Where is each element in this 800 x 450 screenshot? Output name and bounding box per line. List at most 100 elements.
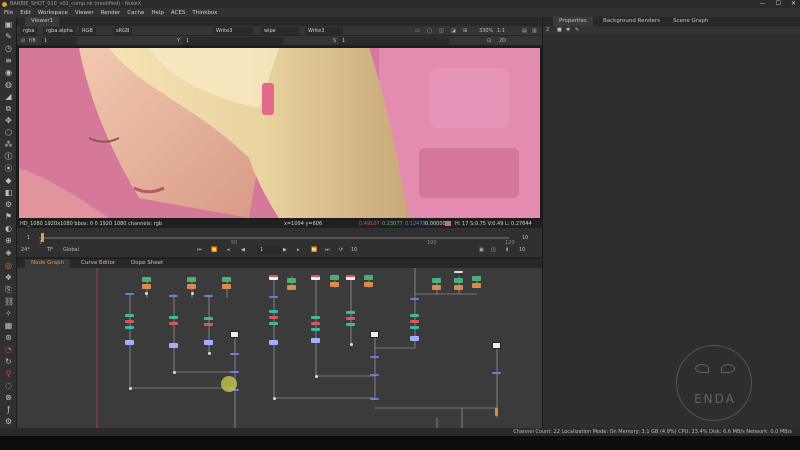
eye-icon[interactable]: ⊙ bbox=[21, 37, 25, 45]
node-read[interactable] bbox=[187, 284, 196, 289]
node-dot[interactable] bbox=[145, 292, 148, 295]
camera-icon[interactable]: ⊡ bbox=[487, 37, 491, 45]
node-dot[interactable] bbox=[370, 398, 379, 400]
node-write[interactable] bbox=[495, 408, 498, 416]
node-grade[interactable] bbox=[169, 316, 178, 319]
node-merge[interactable] bbox=[410, 336, 419, 341]
cache-icon[interactable]: ▣ bbox=[479, 246, 484, 254]
node-read[interactable] bbox=[287, 285, 296, 290]
node-grade[interactable] bbox=[311, 328, 320, 331]
display-select[interactable]: sRGB bbox=[113, 27, 133, 35]
layer-select[interactable]: rgba.alpha bbox=[43, 27, 76, 35]
current-frame-field[interactable]: 1 bbox=[257, 246, 281, 254]
node-grade[interactable] bbox=[169, 322, 178, 325]
zoom-label[interactable]: 330% bbox=[479, 27, 493, 35]
menu-thinkbox[interactable]: Thinkbox bbox=[192, 10, 217, 16]
node-grade[interactable] bbox=[311, 322, 320, 325]
toolsets-icon[interactable]: ⦿ bbox=[4, 164, 13, 173]
node-read[interactable] bbox=[346, 275, 355, 280]
first-frame-button[interactable]: ⏮ bbox=[197, 246, 202, 254]
plugin-icon[interactable]: ◈ bbox=[4, 248, 13, 257]
node-read[interactable] bbox=[287, 278, 296, 283]
particles-icon[interactable]: ◆ bbox=[4, 176, 13, 185]
sphere-icon[interactable]: ◌ bbox=[4, 381, 13, 390]
node-merge[interactable] bbox=[169, 343, 178, 348]
menu-workspace[interactable]: Workspace bbox=[38, 10, 68, 16]
tab-scene-graph[interactable]: Scene Graph bbox=[667, 17, 714, 26]
node-grade[interactable] bbox=[410, 320, 419, 323]
frame-range-label[interactable]: f/8 bbox=[29, 37, 36, 45]
3d-icon[interactable]: ⬡ bbox=[4, 128, 13, 137]
node-grade[interactable] bbox=[410, 326, 419, 329]
edit-icon[interactable]: ✎ bbox=[575, 26, 579, 34]
cara-icon[interactable]: ⊕ bbox=[4, 236, 13, 245]
wipe-op-select[interactable]: wipe bbox=[261, 27, 299, 35]
node-dot[interactable] bbox=[269, 296, 278, 298]
ocula-icon[interactable]: ◐ bbox=[4, 224, 13, 233]
scope-select[interactable]: Global bbox=[63, 246, 79, 254]
formula-icon[interactable]: ƒ bbox=[4, 405, 13, 414]
node-write[interactable] bbox=[230, 331, 239, 338]
timeline-track[interactable] bbox=[39, 237, 509, 239]
color-icon[interactable]: ◉ bbox=[4, 68, 13, 77]
image-icon[interactable]: ▣ bbox=[4, 20, 13, 29]
menu-cache[interactable]: Cache bbox=[127, 10, 144, 16]
input-b-select[interactable]: Write3 bbox=[305, 27, 343, 35]
node-grade[interactable] bbox=[125, 326, 134, 329]
node-dot[interactable] bbox=[204, 295, 213, 297]
node-grade[interactable] bbox=[269, 316, 278, 319]
nuke-icon[interactable]: ◎ bbox=[4, 261, 13, 270]
spiral-icon[interactable]: ↻ bbox=[4, 357, 13, 366]
node-grade[interactable] bbox=[346, 317, 355, 320]
channels-select[interactable]: rgba bbox=[20, 27, 38, 35]
fps-select[interactable]: 24* bbox=[21, 246, 30, 254]
last-frame-button[interactable]: ⏭ bbox=[325, 246, 330, 254]
clear-panels-icon[interactable]: ■ bbox=[557, 26, 562, 34]
target-icon[interactable]: ⊗ bbox=[4, 393, 13, 402]
menu-render[interactable]: Render bbox=[101, 10, 121, 16]
minimize-button[interactable]: — bbox=[760, 0, 766, 8]
frame-icon[interactable]: ▭ bbox=[415, 27, 420, 35]
link-icon[interactable]: ⛓ bbox=[4, 297, 14, 306]
menu-help[interactable]: Help bbox=[151, 10, 164, 16]
node-grade[interactable] bbox=[410, 314, 419, 317]
play-button[interactable]: ▶ bbox=[283, 246, 287, 254]
node-read[interactable] bbox=[432, 278, 441, 283]
tf-label[interactable]: TF bbox=[47, 246, 53, 254]
tab-node-graph[interactable]: Node Graph bbox=[25, 259, 70, 268]
next-key-button[interactable]: ⏩ bbox=[311, 246, 317, 254]
node-read[interactable] bbox=[142, 277, 151, 282]
node-dot[interactable] bbox=[208, 352, 211, 355]
node-dot[interactable] bbox=[492, 372, 501, 374]
node-grade[interactable] bbox=[269, 310, 278, 313]
pin-icon[interactable]: ⚲ bbox=[4, 369, 13, 378]
node-graph-canvas[interactable] bbox=[17, 268, 542, 434]
render-icon[interactable]: ⬇ bbox=[505, 246, 509, 254]
node-read[interactable] bbox=[330, 275, 339, 280]
globe-icon[interactable]: ⊛ bbox=[4, 333, 13, 342]
node-merge[interactable] bbox=[311, 338, 320, 343]
node-merge[interactable] bbox=[204, 340, 213, 345]
tab-viewer1[interactable]: Viewer1 bbox=[25, 17, 60, 26]
node-read[interactable] bbox=[330, 282, 339, 287]
node-merge[interactable] bbox=[125, 340, 134, 345]
node-write[interactable] bbox=[370, 331, 379, 338]
channel-icon[interactable]: ≡ bbox=[4, 56, 13, 65]
node-read[interactable] bbox=[311, 275, 320, 280]
time-icon[interactable]: ◷ bbox=[4, 44, 13, 53]
maximize-button[interactable]: ☐ bbox=[776, 0, 781, 8]
node-grade[interactable] bbox=[346, 311, 355, 314]
node-dot[interactable] bbox=[129, 387, 132, 390]
node-read[interactable] bbox=[454, 271, 463, 273]
star-icon[interactable]: ✧ bbox=[4, 309, 13, 318]
close-button[interactable]: ✕ bbox=[791, 0, 796, 8]
node-dot[interactable] bbox=[370, 374, 379, 376]
tab-properties[interactable]: Properties bbox=[553, 17, 593, 26]
node-dot[interactable] bbox=[173, 371, 176, 374]
node-dot[interactable] bbox=[169, 295, 178, 297]
other-icon[interactable]: ⚙ bbox=[4, 200, 13, 209]
node-dot[interactable] bbox=[315, 375, 318, 378]
node-read[interactable] bbox=[222, 277, 231, 282]
overlay-icon[interactable]: ⊞ bbox=[463, 27, 467, 35]
node-read[interactable] bbox=[187, 277, 196, 282]
